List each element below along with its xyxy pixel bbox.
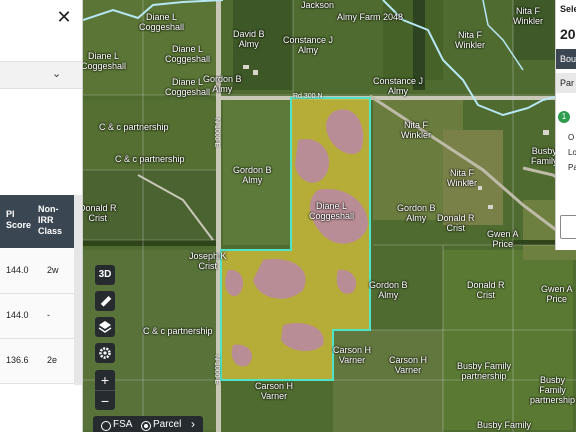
right-panel: Sele 20 Bou Par 1 O Lo Pa: [555, 0, 576, 250]
pi-score-cell: 144.0: [6, 310, 29, 320]
parcel-owner-label: Gordon B Almy: [233, 165, 272, 185]
table-row[interactable]: 144.0 2w: [0, 249, 74, 294]
parcel-owner-label: Gwen A Price: [487, 229, 519, 249]
header-pi-score: PI Score: [6, 209, 32, 230]
parcel-owner-label: Diane L Coggeshall: [83, 51, 127, 71]
parcel-owner-label: David B Almy: [233, 29, 265, 49]
class-cell: 2w: [47, 265, 59, 275]
fsa-radio[interactable]: [101, 421, 111, 431]
table-row[interactable]: 136.6 2e: [0, 339, 74, 384]
table-row[interactable]: 144.0 -: [0, 294, 74, 339]
class-cell: -: [47, 310, 50, 320]
road-label-n-1000e: N 1000 E: [213, 118, 220, 148]
road-label-n-1000e: N 1000 E: [213, 355, 220, 385]
list-item: Lo: [568, 148, 576, 157]
chevron-right-icon[interactable]: ›: [191, 417, 195, 431]
parcel-owner-label: C & c partnership: [115, 154, 185, 164]
pi-score-cell: 136.6: [6, 355, 29, 365]
class-cell: 2e: [47, 355, 58, 365]
road-label-rd-300n: Rd 300 N: [293, 93, 323, 100]
ruler-icon[interactable]: [95, 291, 115, 311]
parcel-owner-label: Donald R Crist: [467, 280, 505, 300]
parcel-owner-label: Diane L Coggeshall: [165, 44, 211, 64]
parcel-owner-label: Busby Family: [531, 146, 558, 166]
soil-table-header: PI Score Non- IRR Class: [0, 195, 74, 248]
parcel-owner-label: Carson H Varner: [255, 381, 294, 401]
parcel-owner-label: Busby Family partnership: [529, 375, 576, 405]
parcel-owner-label: Gordon B Almy: [369, 280, 408, 300]
parcel-owner-label: Gwen A Price: [541, 284, 573, 304]
zoom-controls: + −: [95, 370, 115, 410]
parcel-owner-label: Nita F Winkler: [513, 6, 544, 26]
parcel-label: Parcel: [153, 419, 182, 430]
parcel-owner-label: C & c partnership: [143, 326, 213, 336]
fsa-label: FSA: [113, 419, 133, 430]
parcel-owner-label: Almy Farm 2048: [337, 12, 404, 22]
close-icon[interactable]: ✕: [54, 8, 74, 28]
parcel-owner-label: C & c partnership: [99, 122, 169, 132]
parcel-owner-label: Busby Family: [477, 420, 532, 430]
3d-toggle-button[interactable]: 3D: [95, 265, 115, 285]
header-non-irr-class: Non- IRR Class: [38, 204, 63, 236]
parcel-owner-label: Nita F Winkler: [455, 30, 486, 50]
parcel-owner-label: Gordon B Almy: [203, 74, 242, 94]
list-item: O: [568, 133, 575, 142]
parcel-owner-label: Jackson: [301, 0, 335, 10]
zoom-out-button[interactable]: −: [95, 390, 115, 411]
layers-icon[interactable]: [95, 317, 115, 337]
list-item: Pa: [568, 163, 576, 172]
year-label: 20: [560, 26, 576, 42]
zoom-in-button[interactable]: +: [95, 370, 115, 390]
tab-boundaries[interactable]: Bou: [556, 49, 576, 69]
parcel-owner-label: Busby Family partnership: [457, 361, 512, 381]
parcel-owner-label: Nita F Winkler: [401, 120, 432, 140]
parcel-owner-label: Carson H Varner: [333, 345, 372, 365]
action-button[interactable]: [560, 215, 576, 239]
parcel-owner-label: Donald R Crist: [437, 213, 475, 233]
parcel-owner-label: Carson H Varner: [389, 355, 428, 375]
step-badge: 1: [558, 111, 570, 123]
parcel-owner-label: Constance J Almy: [373, 76, 424, 96]
parcel-owner-label: Joseph K Crist: [189, 251, 227, 271]
layer-toggle: FSA Parcel ›: [93, 416, 203, 432]
pi-score-cell: 144.0: [6, 265, 29, 275]
field-select-dropdown[interactable]: ⌄: [0, 61, 82, 89]
satellite-map[interactable]: Rd 300 N N 1000 E N 1000 E Diane L Cogge…: [83, 0, 576, 432]
chevron-down-icon: ⌄: [52, 67, 62, 80]
left-panel: ✕ ⌄ PI Score Non- IRR Class 144.0 2w 144…: [0, 0, 83, 432]
table-scrollbar[interactable]: [74, 195, 82, 385]
gear-icon[interactable]: [95, 343, 115, 363]
parcel-owner-label: Gordon B Almy: [397, 203, 436, 223]
parcel-radio[interactable]: [141, 421, 151, 431]
parcel-owner-label: Nita F Winkler: [447, 168, 478, 188]
parcel-owner-label: Diane L Coggeshall: [309, 201, 355, 221]
parcel-owner-label: Diane L Coggeshall: [139, 12, 185, 32]
select-label: Sele: [560, 4, 576, 14]
tab-parcel[interactable]: Par: [556, 73, 576, 93]
parcel-owner-label: Constance J Almy: [283, 35, 334, 55]
parcel-owner-label: Donald R Crist: [83, 203, 117, 223]
